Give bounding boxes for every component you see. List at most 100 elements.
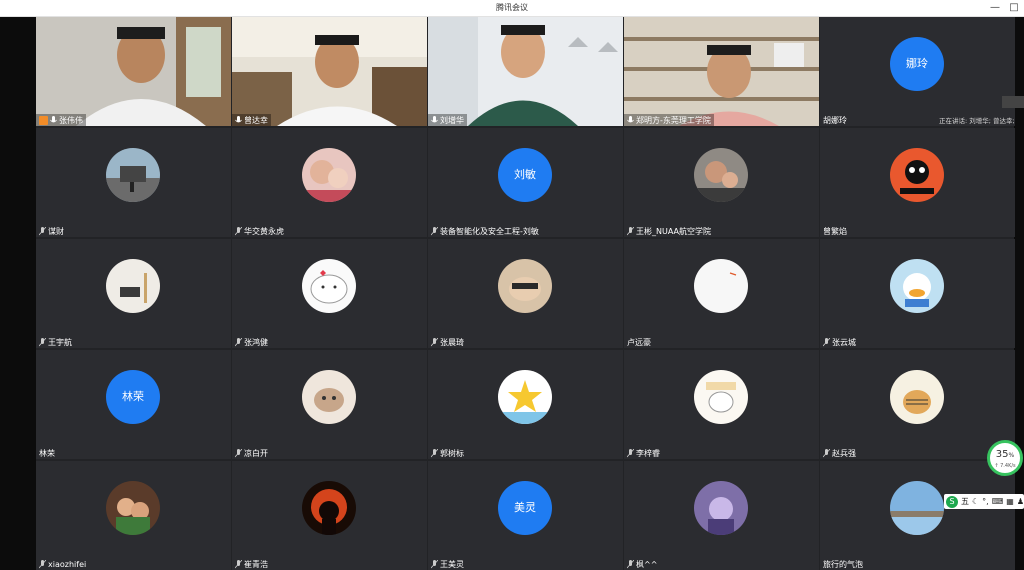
- participant-name: 胡娜玲: [823, 115, 847, 125]
- participant-name-row: 谋财: [36, 225, 67, 237]
- participant-tile[interactable]: 张云城: [820, 239, 1015, 348]
- network-speed: ↑ 7.4K/s: [994, 463, 1016, 469]
- participant-grid: 张伟伟 曾达幸 刘增华 郑明方-东莞理工学院 娜玲 胡娜玲 谋财 华交黄永虎 刘…: [36, 17, 1015, 570]
- participant-name: 李梓睿: [636, 448, 660, 458]
- ime-toolbar[interactable]: S 五 ☾ °, ⌨ ▦ ♟: [944, 494, 1024, 509]
- participant-name-row: 华交黄永虎: [232, 225, 287, 237]
- punctuation-icon[interactable]: °,: [982, 497, 989, 506]
- collapse-panel-button[interactable]: [1002, 96, 1024, 108]
- participant-name: 枫^^: [636, 559, 658, 569]
- skin-icon[interactable]: ▦: [1006, 497, 1014, 506]
- participant-name: 王美灵: [440, 559, 464, 569]
- profile-photo: [106, 259, 160, 313]
- profile-photo: [890, 481, 944, 535]
- participant-tile[interactable]: 刘增华: [428, 17, 623, 126]
- mic-muted-icon: [627, 226, 634, 235]
- participant-tile[interactable]: 枫^^: [624, 461, 819, 570]
- ime-mode[interactable]: 五: [961, 496, 969, 507]
- participant-tile[interactable]: 张伟伟: [36, 17, 231, 126]
- profile-photo: [694, 259, 748, 313]
- title-bar: 腾讯会议 — □: [0, 0, 1024, 17]
- profile-photo: [106, 481, 160, 535]
- mic-icon: [627, 115, 634, 122]
- left-letterbox: [0, 17, 36, 570]
- participant-tile[interactable]: 卢远豪: [624, 239, 819, 348]
- keyboard-icon[interactable]: ⌨: [992, 497, 1004, 506]
- meeting-window: 腾讯会议 — □ 张伟伟 曾达幸 刘增华 郑明方-东莞理工学院 娜玲 胡娜玲 谋…: [0, 0, 1024, 570]
- participant-name-row: 凉白开: [232, 447, 271, 459]
- video-feed: [428, 17, 623, 126]
- participant-tile[interactable]: 郑明方-东莞理工学院: [624, 17, 819, 126]
- participant-name: 旅行的气泡: [823, 559, 863, 569]
- participant-tile[interactable]: 谋财: [36, 128, 231, 237]
- mic-muted-icon: [431, 226, 438, 235]
- participant-tile[interactable]: 林荣 林荣: [36, 350, 231, 459]
- participant-name: 卢远豪: [627, 337, 651, 347]
- participant-tile[interactable]: 李梓睿: [624, 350, 819, 459]
- participant-name: 林荣: [39, 448, 55, 458]
- participant-name-row: 崔青浩: [232, 558, 271, 570]
- participant-tile[interactable]: xiaozhifei: [36, 461, 231, 570]
- participant-tile[interactable]: 郭树标: [428, 350, 623, 459]
- window-title: 腾讯会议: [496, 3, 528, 12]
- mic-muted-icon: [235, 559, 242, 568]
- participant-name-row: 装备智能化及安全工程-刘敏: [428, 225, 542, 237]
- participant-tile[interactable]: 旅行的气泡: [820, 461, 1015, 570]
- mic-muted-icon: [235, 226, 242, 235]
- participant-name-row: 郑明方-东莞理工学院: [624, 114, 714, 126]
- participant-name-row: 张伟伟: [36, 114, 86, 126]
- participant-name-row: 枫^^: [624, 558, 660, 570]
- participant-name-row: 胡娜玲: [820, 114, 850, 126]
- participant-tile[interactable]: 刘敏 装备智能化及安全工程-刘敏: [428, 128, 623, 237]
- sogou-logo-icon[interactable]: S: [946, 495, 958, 508]
- mic-icon: [235, 115, 242, 122]
- participant-tile[interactable]: 王宇航: [36, 239, 231, 348]
- participant-name-row: 曾达幸: [232, 114, 271, 126]
- video-feed: [36, 17, 231, 126]
- participant-tile[interactable]: 赵兵强: [820, 350, 1015, 459]
- participant-name: 王宇航: [48, 337, 72, 347]
- initial-avatar: 刘敏: [498, 148, 552, 202]
- host-icon: [39, 115, 48, 125]
- profile-photo: [890, 259, 944, 313]
- participant-tile[interactable]: 凉白开: [232, 350, 427, 459]
- profile-photo: [694, 148, 748, 202]
- participant-name: 郭树标: [440, 448, 464, 458]
- profile-photo: [890, 370, 944, 424]
- participant-name: 郑明方-东莞理工学院: [636, 115, 711, 125]
- participant-tile[interactable]: 崔青浩: [232, 461, 427, 570]
- mic-icon: [50, 115, 57, 122]
- participant-tile[interactable]: 张晨琦: [428, 239, 623, 348]
- participant-name-row: 赵兵强: [820, 447, 859, 459]
- participant-name: 王彬_NUAA航空学院: [636, 226, 712, 236]
- participant-name-row: 李梓睿: [624, 447, 663, 459]
- participant-name: 张伟伟: [59, 115, 83, 125]
- participant-name: 崔青浩: [244, 559, 268, 569]
- participant-tile[interactable]: 曾达幸: [232, 17, 427, 126]
- participant-name-row: 王彬_NUAA航空学院: [624, 225, 714, 237]
- participant-name-row: 张晨琦: [428, 336, 467, 348]
- video-feed: [624, 17, 819, 126]
- minimize-button[interactable]: —: [988, 1, 1002, 15]
- participant-tile[interactable]: 娜玲 胡娜玲: [820, 17, 1015, 126]
- participant-name: 曾繁焰: [823, 226, 847, 236]
- mic-muted-icon: [627, 559, 634, 568]
- participant-name-row: 林荣: [36, 447, 58, 459]
- user-icon[interactable]: ♟: [1017, 497, 1024, 506]
- initial-avatar: 娜玲: [890, 37, 944, 91]
- participant-tile[interactable]: 华交黄永虎: [232, 128, 427, 237]
- moon-icon[interactable]: ☾: [972, 497, 979, 506]
- participant-tile[interactable]: 张鸿健: [232, 239, 427, 348]
- mic-muted-icon: [431, 448, 438, 457]
- mic-muted-icon: [431, 559, 438, 568]
- participant-name: 赵兵强: [832, 448, 856, 458]
- mic-muted-icon: [235, 337, 242, 346]
- profile-photo: [694, 481, 748, 535]
- network-monitor-widget[interactable]: 35% ↑ 7.4K/s: [987, 440, 1023, 476]
- maximize-button[interactable]: □: [1007, 1, 1021, 15]
- participant-name: xiaozhifei: [48, 559, 87, 569]
- participant-tile[interactable]: 美灵 王美灵: [428, 461, 623, 570]
- participant-tile[interactable]: 曾繁焰: [820, 128, 1015, 237]
- participant-tile[interactable]: 王彬_NUAA航空学院: [624, 128, 819, 237]
- profile-photo: [890, 148, 944, 202]
